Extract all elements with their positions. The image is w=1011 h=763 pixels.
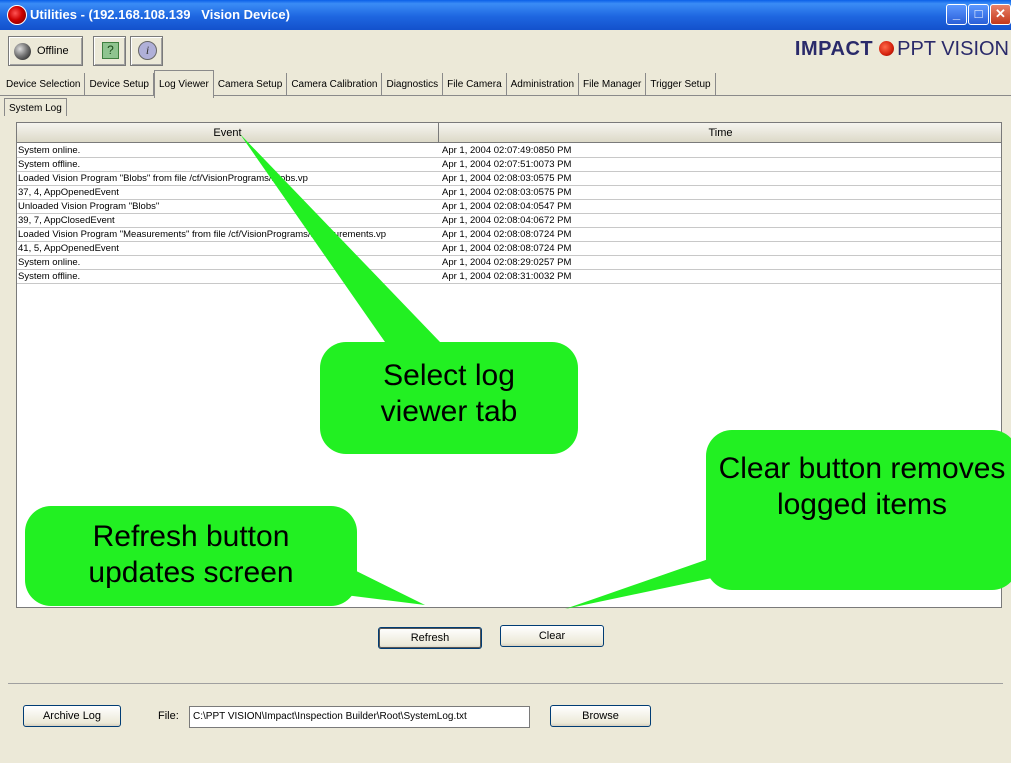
callout-select-log-viewer: Select log viewer tab [320,342,578,454]
callout-refresh: Refresh button updates screen [25,506,357,606]
callout-refresh-text: Refresh button updates screen [88,520,294,589]
callout-clear: Clear button removes logged items [706,430,1011,590]
callout-clear-text: Clear button removes logged items [718,452,1006,521]
log-callout-pointer [240,134,440,342]
callout-log-text: Select log viewer tab [380,359,518,428]
